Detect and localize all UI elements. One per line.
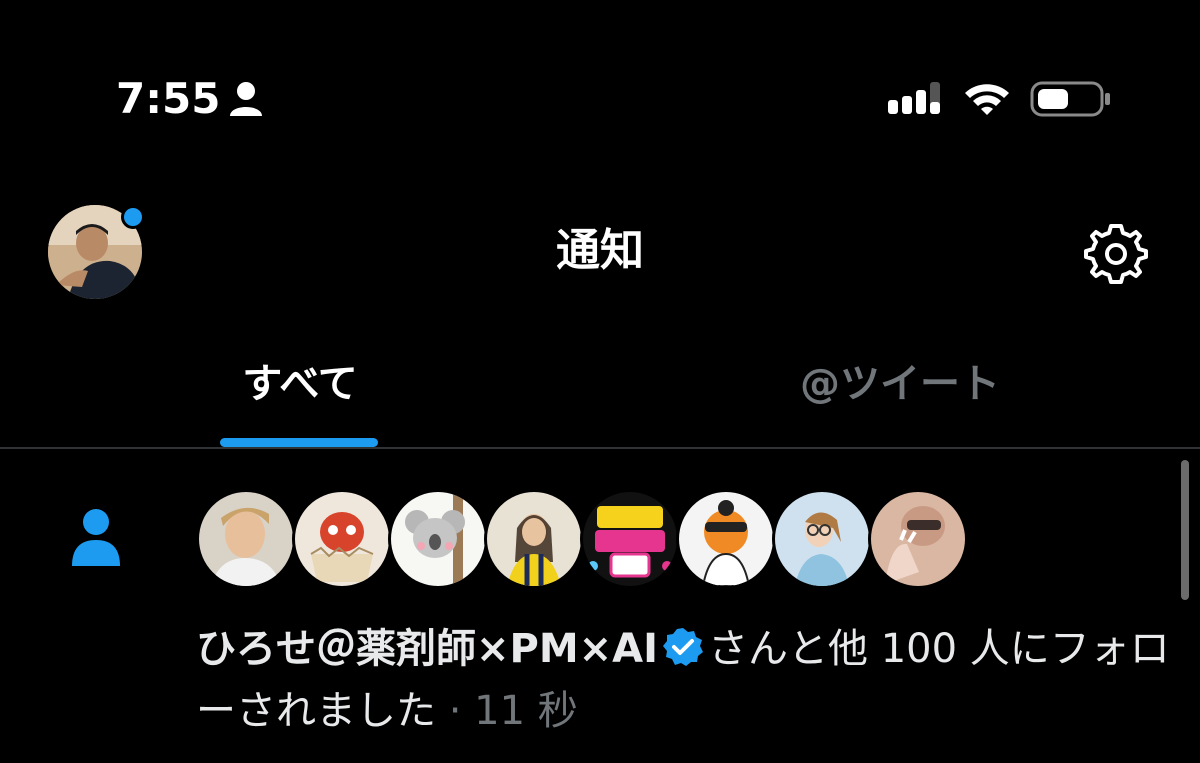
avatar-buzz-love-tv[interactable] (580, 489, 680, 589)
notification-text[interactable]: ひろせ＠薬剤師×PM×AI さんと他 100 人にフォローされました · 11 秒 (196, 618, 1176, 742)
follower-avatars (196, 489, 976, 589)
notification-time: 11 秒 (474, 688, 578, 734)
status-time: 7:55 (116, 74, 221, 123)
follower-name[interactable]: ひろせ＠薬剤師×PM×AI (196, 626, 658, 672)
scrollbar[interactable] (1181, 460, 1189, 600)
person-icon (230, 82, 262, 116)
person-follow-icon (72, 509, 120, 566)
avatar-koala[interactable] (388, 489, 488, 589)
avatar-tiger-mascot[interactable] (676, 489, 776, 589)
wifi-icon (965, 84, 1009, 115)
page-title: 通知 (556, 225, 644, 276)
tab-mentions[interactable]: @ツイート (750, 354, 1050, 414)
tab-divider (0, 447, 1200, 449)
avatar-woman-glasses[interactable] (772, 489, 872, 589)
cellular-signal-icon (888, 82, 940, 114)
separator: · (436, 688, 475, 734)
avatar-anime-girl-soccer[interactable] (484, 489, 584, 589)
avatar-smiling-person[interactable] (196, 489, 296, 589)
avatar-red-dragon[interactable] (292, 489, 392, 589)
avatar-hand-nails[interactable] (868, 489, 968, 589)
gear-icon[interactable] (1084, 222, 1148, 286)
battery-icon (1030, 81, 1110, 117)
active-tab-indicator (220, 438, 378, 447)
verified-badge-icon (663, 628, 703, 666)
tab-all[interactable]: すべて (150, 354, 450, 414)
